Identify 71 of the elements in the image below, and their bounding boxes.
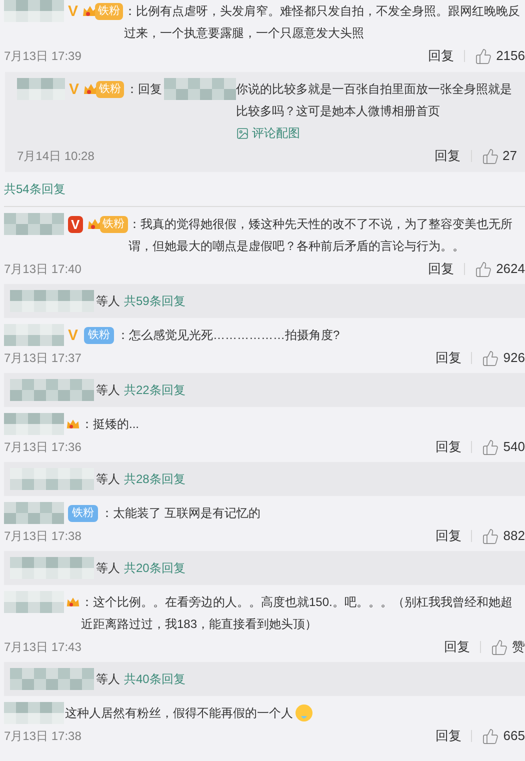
comment-time: 7月13日 17:38 — [4, 528, 82, 545]
like-button[interactable]: 27 — [482, 146, 517, 166]
pixelated-name-drawing — [4, 702, 64, 724]
fan-badge: 铁粉 — [96, 80, 124, 98]
crown-icon — [66, 595, 80, 609]
replies-summary-bar[interactable]: 等人 共20条回复 — [4, 551, 525, 585]
replies-summary-bar[interactable]: 等人 共59条回复 — [4, 284, 525, 318]
replies-summary-bar[interactable]: 等人 共28条回复 — [4, 462, 525, 496]
fan-badge: 铁粉 — [95, 2, 124, 20]
reply-button[interactable]: 回复 — [444, 637, 470, 657]
comment-time: 7月13日 17:39 — [4, 48, 82, 65]
crown-icon — [66, 417, 80, 431]
summary-suffix: 等人 — [96, 560, 120, 577]
pixelated-name-drawing — [4, 324, 64, 346]
like-button[interactable]: 2156 — [475, 46, 525, 66]
fan-badge: 铁粉 — [84, 326, 114, 344]
comment-time: 7月13日 17:38 — [4, 728, 82, 745]
vip-mark: V — [69, 82, 80, 96]
replies-summary-bar[interactable]: 等人 共22条回复 — [4, 373, 525, 407]
reply-button[interactable]: 回复 — [428, 46, 454, 66]
reply-prefix: ：回复 — [126, 81, 162, 98]
thumbs-up-icon — [482, 438, 500, 456]
thumbs-up-icon — [475, 48, 492, 64]
thumbs-up-icon — [482, 148, 499, 164]
comment-text: ：怎么感觉见光死………………拍摄角度? — [117, 327, 341, 344]
reply-button[interactable]: 回复 — [435, 726, 462, 746]
reply-button[interactable]: 回复 — [435, 348, 462, 368]
thumbs-up-icon — [482, 528, 500, 544]
pixelated-name-drawing — [4, 413, 64, 435]
pixelated-name-drawing — [4, 213, 64, 235]
reply-button[interactable]: 回复 — [434, 146, 461, 166]
like-button[interactable]: 665 — [482, 726, 525, 746]
comment-time: 7月13日 17:37 — [4, 350, 82, 367]
vip-mark: V — [68, 328, 78, 342]
comment-time: 7月13日 17:36 — [4, 439, 82, 456]
reply-text: 你说的比较多就是一百张自拍里面放一张全身照就是比较多吗？这可是她本人微博相册首页 — [236, 82, 512, 118]
like-button[interactable]: 926 — [482, 348, 525, 368]
fan-badge: 铁粉 — [100, 216, 128, 232]
comment-text: 这种人居然有粉丝，假得不能再假的一个人 — [65, 705, 294, 722]
thumbs-up-icon — [475, 260, 492, 278]
thumbs-up-icon — [482, 728, 500, 744]
comment-text: ：比例有点虐呀，头发肩窄。难怪都只发自拍，不发全身照。跟网红晚晚反过来，一个执意要露腿，一个只愿意发大头照 — [124, 3, 522, 42]
like-button[interactable]: 882 — [482, 526, 525, 546]
summary-suffix: 等人 — [96, 671, 120, 688]
fan-badge: 铁粉 — [68, 504, 98, 522]
comment-text: ：这个比例。。在看旁边的人。。高度也就150.。吧。。。（别杠我我曾经和她超近距离路过过，我183，能直接看到她头顶） — [81, 594, 514, 633]
comment-text: ：挺矮的... — [81, 416, 140, 433]
like-button[interactable]: 2624 — [475, 259, 525, 279]
vip-mark: V — [68, 216, 83, 232]
reply-button[interactable]: 回复 — [435, 437, 462, 457]
reply-button[interactable]: 回复 — [428, 259, 454, 279]
summary-suffix: 等人 — [96, 382, 120, 399]
comment-text: ：我真的觉得她很假，矮这种先天性的改不了不说，为了整容变美也无所谓，但她最大的嘲点是虚假吧？各种前后矛盾的言论与行为。。 — [128, 216, 514, 255]
reply-button[interactable]: 回复 — [435, 526, 462, 546]
comment-time: 7月13日 17:43 — [4, 639, 82, 656]
vip-mark: V — [68, 4, 78, 18]
comment-text: ：太能装了 互联网是有记忆的 — [101, 505, 262, 522]
pixelated-name-drawing — [4, 502, 64, 524]
like-button[interactable]: 赞 — [491, 637, 525, 657]
like-button[interactable]: 540 — [482, 437, 525, 457]
more-replies-link[interactable]: 共54条回复 — [4, 182, 66, 196]
summary-suffix: 等人 — [96, 471, 120, 488]
thumbs-up-icon — [482, 350, 500, 366]
thumbs-up-icon — [491, 638, 508, 656]
replies-summary-bar[interactable]: 等人 共40条回复 — [4, 662, 525, 696]
pixelated-name-drawing — [17, 78, 65, 100]
image-icon — [236, 126, 250, 140]
comment-time: 7月13日 17:40 — [4, 261, 82, 278]
comment-time: 7月14日 10:28 — [17, 148, 94, 165]
summary-suffix: 等人 — [96, 293, 120, 310]
pixelated-name-drawing — [4, 591, 64, 613]
